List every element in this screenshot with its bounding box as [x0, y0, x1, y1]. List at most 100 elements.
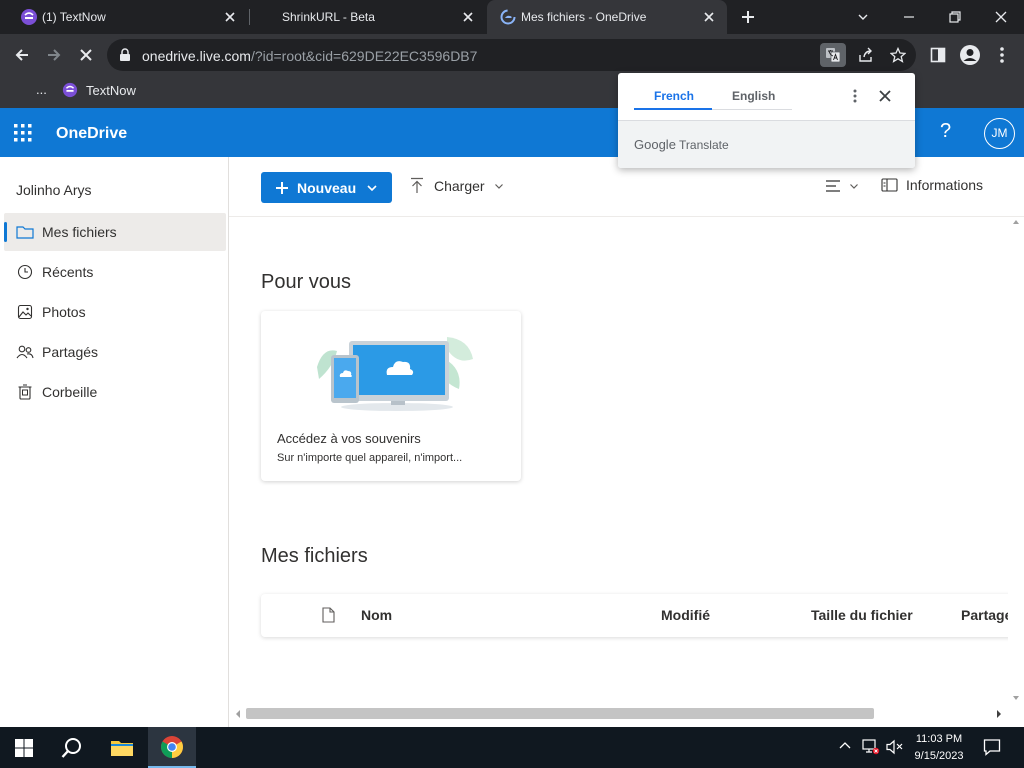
- tab-baseline: [712, 109, 792, 110]
- card-title: Accédez à vos souvenirs: [277, 431, 421, 446]
- column-sharing[interactable]: Partage: [961, 607, 1008, 623]
- profile-icon[interactable]: [956, 41, 984, 69]
- windows-taskbar: 11:03 PM 9/15/2023: [0, 727, 1024, 768]
- new-button[interactable]: Nouveau: [261, 172, 392, 203]
- bookmark-textnow[interactable]: TextNow: [62, 82, 136, 98]
- translate-options-icon[interactable]: [852, 88, 858, 104]
- address-bar[interactable]: onedrive.live.com/?id=root&cid=629DE22EC…: [107, 39, 916, 71]
- forward-button[interactable]: [40, 41, 68, 69]
- tab-title: Mes fichiers - OneDrive: [521, 10, 647, 24]
- column-file-size[interactable]: Taille du fichier: [811, 607, 913, 623]
- bookmark-star-icon[interactable]: [885, 43, 911, 67]
- network-icon[interactable]: [862, 739, 880, 755]
- chevron-down-icon: [367, 184, 377, 191]
- my-files-heading: Mes fichiers: [261, 545, 368, 567]
- taskbar-clock[interactable]: 11:03 PM 9/15/2023: [905, 731, 973, 765]
- tab-title: (1) TextNow: [42, 10, 106, 24]
- translate-footer: Google Translate: [618, 121, 915, 168]
- scroll-left-arrow-icon[interactable]: [233, 708, 243, 720]
- sidebar: Jolinho Arys Mes fichiers Récents Photos…: [0, 157, 229, 727]
- url-path: /?id=root&cid=629DE22EC3596DB7: [250, 48, 478, 64]
- chevron-down-icon: [850, 184, 858, 189]
- devices-illustration: [317, 337, 473, 411]
- url-host: onedrive.live.com: [142, 48, 251, 64]
- scroll-down-arrow-icon[interactable]: [1008, 693, 1024, 703]
- upload-icon: [411, 177, 423, 193]
- onedrive-brand[interactable]: OneDrive: [56, 125, 127, 143]
- textnow-icon: [62, 82, 78, 98]
- sidebar-item-label: Mes fichiers: [42, 224, 117, 240]
- folder-icon: [15, 222, 35, 242]
- column-name[interactable]: Nom: [361, 607, 392, 623]
- source-language-tab[interactable]: French: [654, 89, 694, 103]
- image-icon: [15, 302, 35, 322]
- tab-shrinkurl[interactable]: ShrinkURL - Beta: [250, 0, 486, 34]
- view-options-button[interactable]: [825, 179, 859, 193]
- files-table-header: Nom Modifié Taille du fichier Partage: [261, 594, 1008, 637]
- tab-textnow[interactable]: (1) TextNow: [8, 0, 248, 34]
- sidebar-item-recents[interactable]: Récents: [4, 253, 226, 291]
- sidebar-item-label: Récents: [42, 264, 94, 280]
- stop-loading-button[interactable]: [72, 41, 100, 69]
- tab-onedrive[interactable]: Mes fichiers - OneDrive: [487, 0, 727, 34]
- close-tab-icon[interactable]: [701, 9, 717, 25]
- scroll-up-arrow-icon[interactable]: [1008, 217, 1024, 227]
- sidebar-item-label: Corbeille: [42, 384, 98, 400]
- sidebar-item-corbeille[interactable]: Corbeille: [4, 373, 226, 411]
- trash-icon: [15, 382, 35, 402]
- scrollbar-thumb[interactable]: [246, 708, 874, 719]
- lock-icon[interactable]: [119, 48, 131, 62]
- close-window-button[interactable]: [978, 0, 1024, 34]
- restore-button[interactable]: [932, 0, 978, 34]
- start-button[interactable]: [0, 727, 48, 768]
- new-tab-button[interactable]: [734, 3, 762, 31]
- clock-time: 11:03 PM: [915, 733, 963, 745]
- back-button[interactable]: [8, 41, 36, 69]
- sidebar-item-photos[interactable]: Photos: [4, 293, 226, 331]
- translate-popup: French English Google Translate: [618, 73, 915, 168]
- file-type-icon[interactable]: [321, 607, 335, 623]
- browser-menu-icon[interactable]: [988, 41, 1016, 69]
- tab-search-button[interactable]: [840, 0, 886, 34]
- account-avatar[interactable]: JM: [984, 118, 1015, 149]
- chrome-taskbar-button[interactable]: [148, 727, 196, 768]
- side-panel-icon[interactable]: [924, 41, 952, 69]
- close-icon[interactable]: [878, 89, 892, 103]
- target-language-tab[interactable]: English: [732, 89, 775, 103]
- share-icon[interactable]: [853, 43, 879, 67]
- minimize-button[interactable]: [886, 0, 932, 34]
- help-icon[interactable]: ?: [940, 120, 951, 143]
- textnow-icon: [20, 8, 38, 26]
- notifications-icon[interactable]: [983, 738, 1001, 756]
- google-translate-logo: Google Translate: [634, 137, 729, 152]
- sidebar-item-partages[interactable]: Partagés: [4, 333, 226, 371]
- plus-icon: [276, 181, 288, 194]
- horizontal-scrollbar[interactable]: [229, 707, 1008, 727]
- translate-page-icon[interactable]: [820, 43, 846, 67]
- info-button-label: Informations: [906, 177, 984, 193]
- app-launcher-icon[interactable]: [14, 124, 32, 142]
- memories-card[interactable]: Accédez à vos souvenirs Sur n'importe qu…: [261, 311, 521, 481]
- scroll-right-arrow-icon[interactable]: [994, 708, 1004, 720]
- vertical-scrollbar[interactable]: [1008, 217, 1024, 707]
- close-tab-icon[interactable]: [222, 9, 238, 25]
- upload-button[interactable]: Charger: [409, 177, 504, 195]
- search-button[interactable]: [48, 727, 96, 768]
- file-explorer-button[interactable]: [98, 727, 146, 768]
- column-modified[interactable]: Modifié: [661, 607, 710, 623]
- active-tab-indicator: [634, 108, 712, 110]
- card-subtitle: Sur n'importe quel appareil, n'import...: [277, 452, 463, 464]
- search-icon: [61, 737, 81, 758]
- chevron-down-icon: [494, 184, 503, 189]
- sidebar-item-mes-fichiers[interactable]: Mes fichiers: [4, 213, 226, 251]
- url-text[interactable]: onedrive.live.com/?id=root&cid=629DE22EC…: [142, 48, 477, 64]
- folder-icon: [111, 740, 133, 756]
- show-hidden-icons-button[interactable]: [838, 739, 852, 753]
- volume-muted-icon[interactable]: [886, 739, 904, 755]
- close-tab-icon[interactable]: [460, 9, 476, 25]
- browser-toolbar: onedrive.live.com/?id=root&cid=629DE22EC…: [0, 34, 1024, 76]
- info-button[interactable]: Informations: [881, 177, 983, 193]
- tab-title: ShrinkURL - Beta: [282, 10, 375, 24]
- for-you-heading: Pour vous: [261, 271, 352, 293]
- bookmarks-overflow-button[interactable]: ...: [36, 82, 47, 97]
